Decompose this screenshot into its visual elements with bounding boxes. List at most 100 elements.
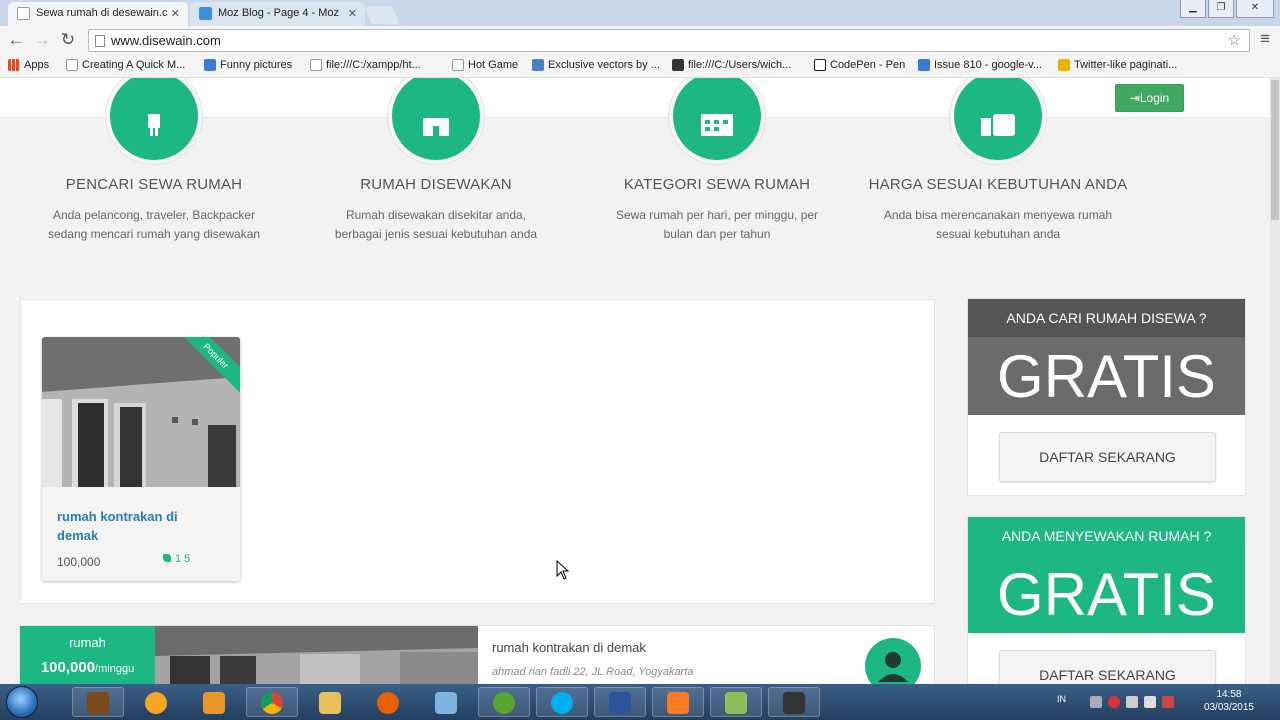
owner-avatar[interactable] [865,638,921,684]
back-arrow-icon[interactable]: ← [6,30,26,50]
feature-title: KATEGORI SEWA RUMAH [623,176,811,193]
feature-circle [669,78,765,164]
tab-disewain[interactable]: Sewa rumah di desewain.c ✕ [8,2,188,26]
tab-title: Moz Blog - Page 4 - Moz [218,7,340,19]
daftar-sekarang-button[interactable]: DAFTAR SEKARANG [999,432,1216,482]
flag-icon[interactable] [1126,696,1138,708]
feature-desc: Sewa rumah per hari, per minggu, per bula… [615,208,819,241]
tray-arrow-icon[interactable] [1090,696,1102,708]
sidebar-box-header: ANDA CARI RUMAH DISEWA ? [968,299,1245,337]
money-icon [981,114,1015,136]
taskbar-pacman[interactable] [130,687,182,717]
close-tab-icon[interactable]: ✕ [171,7,180,20]
taskbar-firefox[interactable] [362,687,414,717]
close-window-icon[interactable]: ✕ [1236,0,1274,18]
feature-title: RUMAH DISEWAKAN [360,176,512,193]
reload-icon[interactable]: ↻ [58,30,78,50]
feature-title: PENCARI SEWA RUMAH [65,176,243,193]
person-icon [148,114,160,136]
taskbar-explorer[interactable] [304,687,356,717]
taskbar-notes[interactable] [710,687,762,717]
forward-arrow-icon[interactable]: → [32,30,52,50]
feature-desc: Rumah disewakan disekitar anda, berbagai … [334,208,538,241]
bookmark-item[interactable]: file:///C:/xampp/ht... [310,59,421,71]
page-icon [310,59,322,71]
bookmark-item[interactable]: Exclusive vectors by ... [532,59,660,71]
feature-rumah-disewakan: RUMAH DISEWAKAN Rumah disewakan disekita… [291,78,581,244]
minimize-icon[interactable]: ▁ [1180,0,1206,18]
tab-moz-blog[interactable]: Moz Blog - Page 4 - Moz ✕ [190,2,365,26]
feature-desc: Anda pelancong, traveler, Backpacker seda… [47,208,261,241]
listing-panel: Popular rumah kontrakan di demak 100,000… [20,299,935,604]
restore-icon[interactable]: ❐ [1208,0,1234,18]
house-card[interactable]: Popular rumah kontrakan di demak 100,000… [42,337,240,581]
taskbar-xampp[interactable] [652,687,704,717]
sublime-text-icon [87,692,109,714]
house-card-title[interactable]: rumah kontrakan di demak [57,507,207,545]
listing-type: rumah [69,635,106,650]
paint-icon [435,692,457,714]
pacman-icon [145,692,167,714]
mouse-cursor-icon [556,560,570,580]
bookmark-item[interactable]: Creating A Quick M... [66,59,185,71]
apps-grid-icon [8,59,20,71]
funny-pictures-icon [204,59,216,71]
network-icon[interactable] [1144,696,1156,708]
bookmark-star-icon[interactable]: ☆ [1228,31,1241,49]
chrome-menu-icon[interactable]: ≡ [1260,29,1270,49]
feature-circle [950,78,1046,164]
word-icon [609,692,631,714]
bookmark-item[interactable]: Issue 810 - google-v... [918,59,1042,71]
taskbar-paint[interactable] [420,687,472,717]
taskbar-chrome[interactable] [246,687,298,717]
start-button[interactable] [6,686,38,718]
bookmark-item[interactable]: Hot Game [452,59,518,71]
close-tab-icon[interactable]: ✕ [348,7,357,20]
vectors-icon [532,59,544,71]
bookmark-apps[interactable]: Apps [8,59,49,71]
user-icon [878,652,908,682]
bookmark-item[interactable]: CodePen - Pen [814,59,905,71]
system-clock[interactable]: 14:58 03/03/2015 [1204,688,1254,714]
page-icon [452,59,464,71]
page-favicon-icon [17,7,30,20]
feature-pencari: PENCARI SEWA RUMAH Anda pelancong, trave… [9,78,299,244]
listing-price-badge: rumah 100,000/minggu [20,626,155,684]
scrollbar-thumb[interactable] [1271,80,1279,220]
volume-icon[interactable] [1162,696,1174,708]
feature-circle [388,78,484,164]
daftar-sekarang-button[interactable]: DAFTAR SEKARANG [999,650,1216,684]
listing-address: ahmad rian fadli 22, JL Road, Yogyakarta [492,666,694,678]
url-text: www.disewain.com [111,33,221,48]
taskbar-utorrent[interactable] [478,687,530,717]
language-indicator[interactable]: IN [1057,694,1066,704]
listing-price: 100,000/minggu [40,659,135,676]
antivirus-icon[interactable] [1108,696,1120,708]
browser-tab-bar: Sewa rumah di desewain.c ✕ Moz Blog - Pa… [0,0,1280,26]
address-bar[interactable]: www.disewain.com ☆ [88,29,1250,52]
gratis-label: GRATIS [968,337,1245,415]
feature-circle [106,78,202,164]
bookmarks-bar: Apps Creating A Quick M... Funny picture… [0,56,1280,78]
bookmark-item[interactable]: Funny pictures [204,59,292,71]
page-scrollbar[interactable] [1270,78,1280,684]
chrome-icon [261,692,283,714]
house-photo[interactable]: Popular [42,337,240,487]
taskbar-sublime[interactable] [72,687,124,717]
bookmark-item[interactable]: Twitter-like paginati... [1058,59,1177,71]
codepen-icon [814,59,826,71]
windows-taskbar: IN 14:58 03/03/2015 [0,684,1280,720]
taskbar-word[interactable] [594,687,646,717]
listing-title[interactable]: rumah kontrakan di demak [492,640,646,655]
taskbar-recorder[interactable] [768,687,820,717]
gratis-label: GRATIS [968,555,1245,633]
taskbar-media-player[interactable] [188,687,240,717]
new-tab-button[interactable] [364,6,400,24]
listing-row[interactable]: rumah 100,000/minggu rumah kontrakan di … [19,625,935,684]
house-card-price: 100,000 [57,555,101,569]
taskbar-skype[interactable] [536,687,588,717]
bookmark-item[interactable]: file:///C:/Users/wich... [672,59,791,71]
page-icon [66,59,78,71]
feature-title: HARGA SESUAI KEBUTUHAN ANDA [868,176,1128,193]
star-bookmark-icon [1058,59,1070,71]
